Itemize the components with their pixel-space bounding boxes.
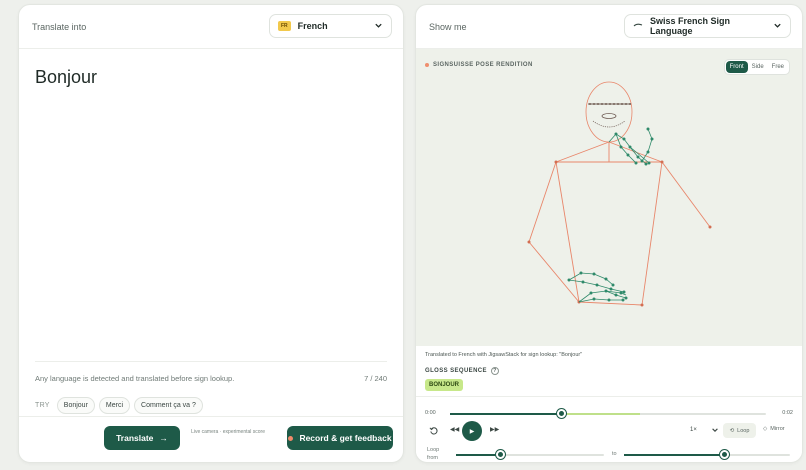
replay-icon[interactable] xyxy=(429,426,438,437)
loop-from-label: Loop from xyxy=(427,447,440,461)
loop-to-slider[interactable] xyxy=(624,450,790,459)
translate-button[interactable]: Translate → xyxy=(104,426,180,450)
loop-from-slider[interactable] xyxy=(456,450,604,459)
chevron-down-icon xyxy=(773,21,782,32)
suggestions-row: TRY Bonjour Merci Comment ça va ? xyxy=(35,397,203,414)
mirror-label: Mirror xyxy=(770,426,785,432)
current-time: 0:00 xyxy=(425,410,436,416)
progress-track[interactable] xyxy=(450,409,766,418)
language-name: French xyxy=(297,21,328,31)
sign-header: Show me Swiss French Sign Language xyxy=(416,5,802,49)
arrow-right-icon: → xyxy=(159,433,168,443)
chevron-down-icon xyxy=(374,21,383,32)
sign-language-name: Swiss French Sign Language xyxy=(650,16,731,36)
progress-fill xyxy=(450,413,561,415)
view-side-button[interactable]: Side xyxy=(748,61,768,73)
loop-label: Loop xyxy=(737,427,750,434)
source-text-input[interactable]: Bonjour xyxy=(35,67,97,88)
gloss-heading: GLOSS SEQUENCE ? xyxy=(425,367,499,375)
upper-hand xyxy=(608,127,654,166)
translate-panel: Translate into FR French Bonjour Any lan… xyxy=(18,4,404,463)
speed-select[interactable]: 1× xyxy=(690,427,697,433)
target-language-select[interactable]: FR French xyxy=(269,14,392,38)
translate-button-label: Translate xyxy=(116,433,154,443)
pose-stage[interactable]: SIGNSUISSE POSE RENDITION Front Side Fre… xyxy=(416,49,802,346)
to-label: to xyxy=(612,451,617,457)
progress-handle[interactable] xyxy=(556,409,566,418)
gloss-token[interactable]: BONJOUR xyxy=(425,379,464,391)
translate-into-label: Translate into xyxy=(32,22,87,32)
pose-skeleton xyxy=(527,81,712,307)
loop-from-fill xyxy=(456,454,501,456)
divider xyxy=(35,361,387,362)
body-joints xyxy=(527,160,712,307)
player-controls: 0:00 0:02 ◀◀ ▶ ▶▶ 1× ⟲ Loop ◇ Mirror Loo… xyxy=(416,396,802,461)
play-icon: ▶ xyxy=(469,428,475,435)
suggestion-chip[interactable]: Bonjour xyxy=(56,397,95,414)
total-time: 0:02 xyxy=(782,410,793,416)
suggestion-chip[interactable]: Merci xyxy=(98,397,131,414)
translation-note: Translated to French with JigsawStack fo… xyxy=(425,352,583,358)
view-free-button[interactable]: Free xyxy=(768,61,788,73)
play-button[interactable]: ▶ xyxy=(462,421,482,441)
stage-title-text: SIGNSUISSE POSE RENDITION xyxy=(433,62,533,68)
face-landmarks xyxy=(588,103,631,128)
translate-footer: Translate → Live camera · experimental s… xyxy=(19,416,403,462)
help-icon[interactable]: ? xyxy=(490,367,499,375)
skip-back-icon[interactable]: ◀◀ xyxy=(450,426,459,433)
loop-toggle[interactable]: ⟲ Loop xyxy=(723,423,756,438)
camera-note: Live camera · experimental score xyxy=(191,429,265,435)
gloss-heading-text: GLOSS SEQUENCE xyxy=(425,368,487,374)
sign-output-panel: Show me Swiss French Sign Language SIGNS… xyxy=(415,4,803,463)
mirror-toggle[interactable]: ◇ Mirror xyxy=(763,426,785,432)
character-count: 7 / 240 xyxy=(364,374,387,383)
record-button-label: Record & get feedback xyxy=(299,433,392,443)
translate-header: Translate into FR French xyxy=(19,5,403,49)
suggestion-chip[interactable]: Comment ça va ? xyxy=(134,397,203,414)
body-lines xyxy=(528,141,711,306)
loop-icon: ⟲ xyxy=(729,427,735,434)
record-dot-icon xyxy=(288,435,294,441)
detection-hint: Any language is detected and translated … xyxy=(35,374,235,383)
status-dot-icon xyxy=(425,63,429,67)
show-me-label: Show me xyxy=(429,22,467,32)
language-code-badge: FR xyxy=(278,21,291,31)
loop-from-handle[interactable] xyxy=(496,450,506,459)
sign-language-icon xyxy=(633,21,643,31)
loop-to-fill xyxy=(624,454,724,456)
record-feedback-button[interactable]: Record & get feedback xyxy=(287,426,393,450)
view-front-button[interactable]: Front xyxy=(725,61,748,73)
mirror-icon: ◇ xyxy=(763,426,768,432)
skip-forward-icon[interactable]: ▶▶ xyxy=(490,426,499,433)
sign-language-select[interactable]: Swiss French Sign Language xyxy=(624,14,791,38)
try-label: TRY xyxy=(35,402,50,409)
loop-to-handle[interactable] xyxy=(719,450,729,459)
buffer-bar xyxy=(560,413,640,415)
view-toggle: Front Side Free xyxy=(723,59,790,75)
stage-title: SIGNSUISSE POSE RENDITION xyxy=(425,62,533,68)
head-outline xyxy=(585,81,633,143)
chevron-down-icon[interactable] xyxy=(711,426,719,436)
